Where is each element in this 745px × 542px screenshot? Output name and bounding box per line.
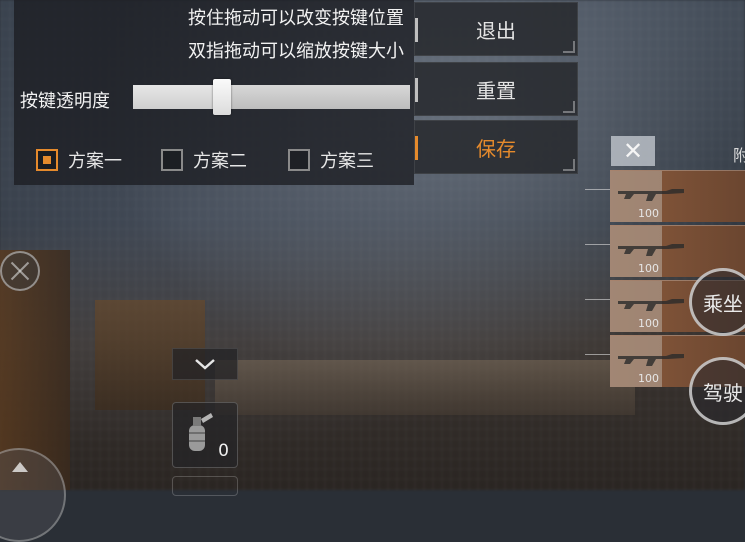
list-header-fragment: 附 (733, 146, 745, 165)
scheme-2-checkbox[interactable] (161, 149, 183, 171)
reset-button-label: 重置 (476, 78, 516, 103)
expand-button[interactable] (172, 348, 238, 380)
exit-button[interactable]: 退出 (414, 2, 578, 56)
scheme-option-2[interactable]: 方案二 (161, 147, 247, 173)
scheme-2-label: 方案二 (193, 151, 247, 172)
scene-floor (215, 360, 635, 415)
scheme-3-label: 方案三 (320, 151, 374, 172)
ammo-count: 100 (638, 317, 659, 330)
ammo-count: 100 (638, 372, 659, 385)
rifle-icon (618, 189, 684, 201)
save-button[interactable]: 保存 (414, 120, 578, 174)
arrow-up-icon (12, 462, 28, 472)
drive-button-label: 驾驶 (703, 380, 743, 405)
grenade-count: 0 (218, 441, 229, 461)
scheme-option-3[interactable]: 方案三 (288, 147, 374, 173)
corner-decoration (563, 41, 575, 53)
grenade-slot[interactable]: 0 (172, 402, 238, 468)
drag-hint-text: 按住拖动可以改变按键位置 (188, 8, 404, 29)
opacity-label: 按键透明度 (20, 91, 110, 112)
grenade-icon (189, 413, 213, 451)
connector-line (585, 354, 610, 355)
rifle-icon (618, 299, 684, 311)
ride-button-label: 乘坐 (703, 291, 743, 316)
crosshair-icon[interactable] (0, 251, 40, 291)
connector-line (585, 189, 610, 190)
weapon-slot[interactable]: 100 (585, 170, 745, 222)
connector-line (585, 299, 610, 300)
corner-decoration (563, 159, 575, 171)
rifle-icon (618, 354, 684, 366)
scheme-1-checkbox[interactable] (36, 149, 58, 171)
ammo-count: 100 (638, 207, 659, 220)
corner-decoration (563, 101, 575, 113)
opacity-slider[interactable] (133, 79, 410, 115)
layout-settings-panel: 按住拖动可以改变按键位置 双指拖动可以缩放按键大小 按键透明度 方案一 方案二 … (14, 0, 414, 185)
rifle-icon (618, 244, 684, 256)
close-icon[interactable]: ✕ (611, 136, 655, 166)
exit-button-label: 退出 (476, 18, 516, 43)
pinch-hint-text: 双指拖动可以缩放按键大小 (188, 41, 404, 62)
chevron-down-icon (195, 359, 215, 370)
scheme-option-1[interactable]: 方案一 (36, 147, 122, 173)
opacity-slider-fill (133, 85, 222, 109)
reset-button[interactable]: 重置 (414, 62, 578, 116)
opacity-slider-thumb[interactable] (212, 79, 231, 115)
scheme-3-checkbox[interactable] (288, 149, 310, 171)
scheme-1-label: 方案一 (68, 151, 122, 172)
connector-line (585, 244, 610, 245)
save-button-label: 保存 (476, 136, 516, 161)
secondary-throwable-slot[interactable] (172, 476, 238, 496)
ammo-count: 100 (638, 262, 659, 275)
